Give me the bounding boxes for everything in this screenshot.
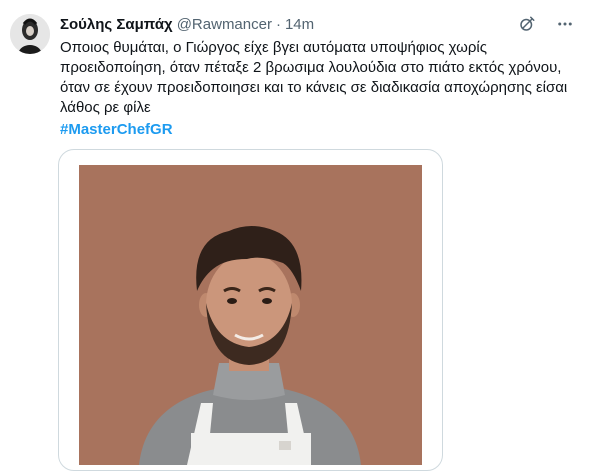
author-name[interactable]: Σούλης Σαμπάχ <box>60 16 173 33</box>
tweet-text: Οποιος θυμάται, ο Γιώργος είχε βγει αυτό… <box>60 38 590 140</box>
tweet-text-line: όταν σε έχουν προειδοποιησει και το κάνε… <box>60 79 568 96</box>
tweet-header: Σούλης Σαμπάχ @Rawmancer · 14m <box>60 14 314 34</box>
separator-dot: · <box>275 15 281 33</box>
tweet-text-line: προειδοποίηση, όταν πέταξε 2 βρωσιμα λου… <box>60 59 562 76</box>
author-handle[interactable]: @Rawmancer <box>177 16 272 33</box>
media-card[interactable] <box>58 149 443 471</box>
more-options-icon[interactable] <box>555 14 575 34</box>
avatar[interactable] <box>10 14 50 54</box>
hashtag-link[interactable]: #MasterChefGR <box>60 120 173 140</box>
tweet-photo[interactable] <box>79 165 422 465</box>
tweet-timestamp[interactable]: 14m <box>285 16 314 33</box>
tweet-actions <box>517 14 575 34</box>
tweet-text-line: Οποιος θυμάται, ο Γιώργος είχε βγει αυτό… <box>60 39 487 56</box>
grok-icon[interactable] <box>517 14 537 34</box>
tweet-text-line: λάθος ρε φίλε <box>60 99 151 116</box>
tweet: Σούλης Σαμπάχ @Rawmancer · 14m Οποιος θυ… <box>0 0 613 471</box>
